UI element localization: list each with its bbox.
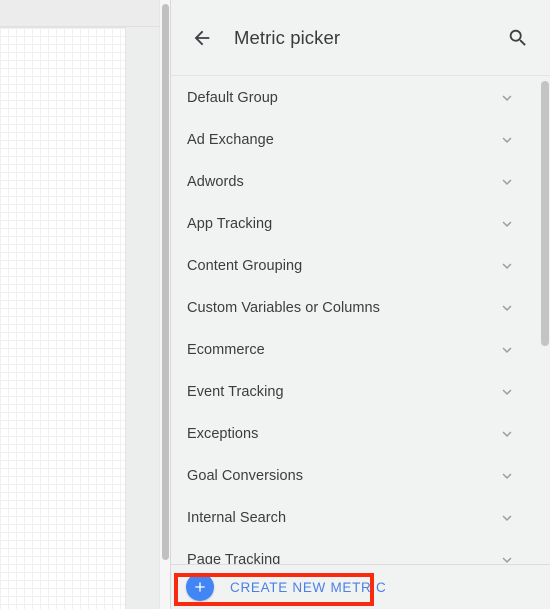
list-item-label: Ad Exchange — [187, 132, 274, 148]
chevron-down-icon[interactable] — [497, 424, 517, 444]
metric-group-list[interactable]: Default Group Ad Exchange Adwords App Tr… — [171, 77, 550, 564]
metric-picker-panel: Metric picker Default Group Ad Exchange — [170, 0, 550, 609]
list-item-label: Event Tracking — [187, 384, 284, 400]
left-toolbar-strip — [0, 0, 170, 27]
back-button[interactable] — [187, 23, 217, 53]
list-item-label: Exceptions — [187, 426, 259, 442]
list-item[interactable]: Page Tracking — [171, 539, 539, 564]
chevron-down-icon[interactable] — [497, 88, 517, 108]
list-item[interactable]: Goal Conversions — [171, 455, 539, 497]
chevron-down-icon[interactable] — [497, 298, 517, 318]
list-item[interactable]: Content Grouping — [171, 245, 539, 287]
metric-group-list-inner: Default Group Ad Exchange Adwords App Tr… — [171, 77, 539, 564]
list-item[interactable]: Ad Exchange — [171, 119, 539, 161]
list-item[interactable]: Default Group — [171, 77, 539, 119]
chevron-down-icon[interactable] — [497, 382, 517, 402]
list-item[interactable]: Event Tracking — [171, 371, 539, 413]
list-item-label: App Tracking — [187, 216, 273, 232]
grid-canvas[interactable] — [0, 27, 126, 609]
chevron-down-icon[interactable] — [497, 466, 517, 486]
left-canvas-region — [0, 0, 170, 609]
list-item-label: Internal Search — [187, 510, 287, 526]
create-new-metric-button[interactable]: CREATE NEW METRIC — [186, 569, 398, 605]
list-item[interactable]: App Tracking — [171, 203, 539, 245]
list-item-label: Adwords — [187, 174, 244, 190]
list-item-label: Custom Variables or Columns — [187, 300, 380, 316]
page-scrollbar-thumb[interactable] — [162, 4, 169, 560]
chevron-down-icon[interactable] — [497, 172, 517, 192]
list-item[interactable]: Internal Search — [171, 497, 539, 539]
panel-footer: CREATE NEW METRIC — [171, 564, 550, 609]
list-item[interactable]: Custom Variables or Columns — [171, 287, 539, 329]
list-item-label: Default Group — [187, 90, 278, 106]
list-item-label: Goal Conversions — [187, 468, 304, 484]
list-item-label: Page Tracking — [187, 552, 281, 564]
chevron-down-icon[interactable] — [497, 550, 517, 564]
chevron-down-icon[interactable] — [497, 214, 517, 234]
list-item[interactable]: Exceptions — [171, 413, 539, 455]
search-icon — [509, 29, 526, 46]
chevron-down-icon[interactable] — [497, 256, 517, 276]
arrow-left-icon — [194, 30, 210, 45]
panel-header: Metric picker — [171, 0, 550, 76]
metric-list-scrollbar-thumb[interactable] — [541, 81, 549, 346]
create-new-metric-label: CREATE NEW METRIC — [230, 579, 387, 595]
page-title: Metric picker — [234, 26, 341, 48]
metric-list-scrollbar[interactable] — [539, 77, 550, 564]
list-item-label: Ecommerce — [187, 342, 265, 358]
search-button[interactable] — [503, 23, 533, 53]
plus-icon — [186, 573, 214, 601]
list-item[interactable]: Ecommerce — [171, 329, 539, 371]
chevron-down-icon[interactable] — [497, 508, 517, 528]
chevron-down-icon[interactable] — [497, 130, 517, 150]
list-item[interactable]: Adwords — [171, 161, 539, 203]
screen: Metric picker Default Group Ad Exchange — [0, 0, 550, 609]
chevron-down-icon[interactable] — [497, 340, 517, 360]
list-item-label: Content Grouping — [187, 258, 303, 274]
